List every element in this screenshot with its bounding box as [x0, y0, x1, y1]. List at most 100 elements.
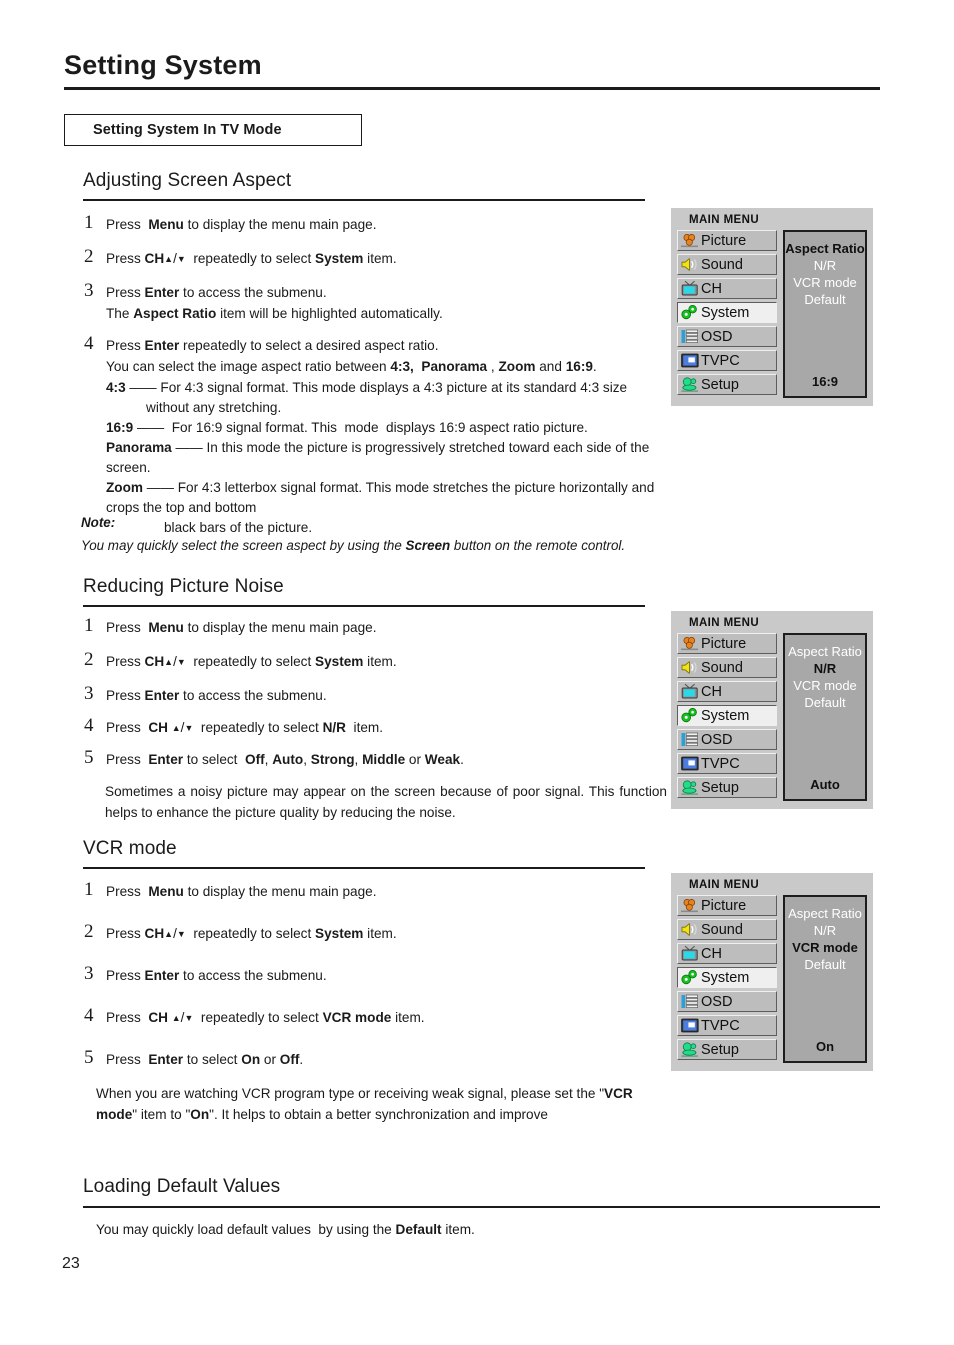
aspect-options-hint: You can select the image aspect ratio be…: [106, 359, 597, 374]
osd-menu-item-sound[interactable]: Sound: [677, 919, 777, 940]
system-icon: [680, 304, 700, 321]
step-text: Press Menu to display the menu main page…: [106, 620, 377, 635]
step-text: Press Enter to select Off, Auto, Strong,…: [106, 752, 464, 767]
osd-menu-item-label: TVPC: [701, 352, 740, 369]
system-icon: [680, 707, 700, 724]
heading-rule-defaults: [83, 1206, 880, 1208]
osd-icon: [680, 328, 700, 345]
paragraph-defaults: You may quickly load default values by u…: [96, 1222, 475, 1237]
tvpc-icon: [680, 1017, 700, 1034]
steps-noise: 1 Press Menu to display the menu main pag…: [84, 616, 664, 770]
heading-reducing-picture-noise: Reducing Picture Noise: [83, 576, 284, 597]
osd-menu-item-ch[interactable]: CH: [677, 943, 777, 964]
osd-menu-item-picture[interactable]: Picture: [677, 633, 777, 654]
osd-menu-item-osd[interactable]: OSD: [677, 326, 777, 347]
osd-submenu-option[interactable]: Aspect Ratio: [788, 643, 862, 660]
osd-menu-item-system[interactable]: System: [677, 967, 777, 988]
osd-submenu-panel: Aspect Ratio N/R VCR mode Default 16:9: [783, 230, 867, 398]
osd-menu-item-label: OSD: [701, 993, 733, 1010]
steps-vcr: 1 Press Menu to display the menu main pag…: [84, 880, 664, 1070]
osd-menu-item-tvpc[interactable]: TVPC: [677, 753, 777, 774]
osd-submenu-option[interactable]: Default: [804, 956, 845, 973]
step-item: 4 Press CH ▲/▼ repeatedly to select N/R i…: [84, 716, 664, 738]
tvpc-icon: [680, 352, 700, 369]
osd-menu-item-label: Setup: [701, 376, 739, 393]
osd-menu-item-label: CH: [701, 945, 722, 962]
osd-menu-item-tvpc[interactable]: TVPC: [677, 1015, 777, 1036]
osd-menu-list: Picture Sound CH System OSD TVPC Setup: [677, 895, 777, 1063]
osd-icon: [680, 993, 700, 1010]
step-number: 3: [84, 963, 94, 984]
osd-menu-item-system[interactable]: System: [677, 302, 777, 323]
step-item: 1 Press Menu to display the menu main pag…: [84, 213, 664, 235]
osd-menu-item-setup[interactable]: Setup: [677, 1039, 777, 1060]
osd-menu-item-label: TVPC: [701, 1017, 740, 1034]
osd-menu-item-ch[interactable]: CH: [677, 681, 777, 702]
step-item: 4 Press CH ▲/▼ repeatedly to select VCR m…: [84, 1006, 664, 1028]
osd-menu-item-osd[interactable]: OSD: [677, 729, 777, 750]
osd-menu-item-setup[interactable]: Setup: [677, 777, 777, 798]
step-number: 3: [84, 280, 94, 301]
step-number: 4: [84, 1005, 94, 1026]
osd-menu-item-sound[interactable]: Sound: [677, 657, 777, 678]
sound-icon: [680, 921, 700, 938]
picture-icon: [680, 232, 700, 249]
osd-menu-item-osd[interactable]: OSD: [677, 991, 777, 1012]
osd-submenu-option[interactable]: N/R: [814, 922, 836, 939]
osd-submenu-option[interactable]: Aspect Ratio: [788, 905, 862, 922]
osd-submenu-option[interactable]: VCR mode: [793, 677, 857, 694]
step-number: 1: [84, 212, 94, 233]
definition-zoom-cont: black bars of the picture.: [164, 520, 313, 535]
heading-adjusting-screen-aspect: Adjusting Screen Aspect: [83, 170, 292, 191]
step-text: Press Menu to display the menu main page…: [106, 217, 377, 232]
osd-menu-item-label: System: [701, 304, 750, 321]
steps-aspect: 1 Press Menu to display the menu main pag…: [84, 213, 664, 538]
step-item: 4 Press Enter repeatedly to select a desi…: [84, 334, 664, 356]
definition-169: 16:9 —— For 16:9 signal format. This mod…: [106, 420, 588, 435]
osd-submenu-option[interactable]: Default: [804, 291, 845, 308]
osd-submenu-option[interactable]: VCR mode: [792, 939, 858, 956]
step-text: Press CH▲/▼ repeatedly to select System …: [106, 654, 397, 669]
osd-menu-item-label: Setup: [701, 1041, 739, 1058]
setup-icon: [680, 779, 700, 796]
step-text: Press Enter repeatedly to select a desir…: [106, 338, 439, 353]
osd-menu-item-label: OSD: [701, 731, 733, 748]
osd-menu-item-sound[interactable]: Sound: [677, 254, 777, 275]
osd-menu-title: MAIN MENU: [689, 214, 760, 226]
step-item: 2 Press CH▲/▼ repeatedly to select System…: [84, 650, 664, 672]
osd-menu-item-label: Setup: [701, 779, 739, 796]
step-number: 5: [84, 1047, 94, 1068]
osd-menu-item-label: Picture: [701, 897, 747, 914]
mode-box-label: Setting System In TV Mode: [93, 122, 282, 138]
step-text: Press CH▲/▼ repeatedly to select System …: [106, 251, 397, 266]
step-text: Press Enter to access the submenu.: [106, 285, 327, 300]
osd-submenu-option[interactable]: Aspect Ratio: [785, 240, 864, 257]
heading-vcr-mode: VCR mode: [83, 838, 177, 859]
note-label: Note:: [81, 515, 116, 530]
osd-menu-item-system[interactable]: System: [677, 705, 777, 726]
osd-body: Picture Sound CH System OSD TVPC Setup Aspect R…: [671, 230, 873, 406]
osd-submenu-option[interactable]: N/R: [814, 660, 836, 677]
osd-submenu-option[interactable]: VCR mode: [793, 274, 857, 291]
step-text: Press Enter to access the submenu.: [106, 968, 327, 983]
definition-panorama: Panorama —— In this mode the picture is …: [106, 440, 650, 475]
osd-submenu-option[interactable]: N/R: [814, 257, 836, 274]
osd-submenu-option[interactable]: Default: [804, 694, 845, 711]
step-number: 5: [84, 747, 94, 768]
osd-menu-item-setup[interactable]: Setup: [677, 374, 777, 395]
heading-rule-aspect: [83, 199, 645, 201]
osd-menu-item-ch[interactable]: CH: [677, 278, 777, 299]
osd-menu-item-picture[interactable]: Picture: [677, 895, 777, 916]
page-title: Setting System: [64, 50, 262, 80]
step-item: 1 Press Menu to display the menu main pag…: [84, 880, 664, 902]
step-number: 4: [84, 715, 94, 736]
step-number: 1: [84, 615, 94, 636]
osd-menu-item-picture[interactable]: Picture: [677, 230, 777, 251]
paragraph-vcr: When you are watching VCR program type o…: [96, 1086, 633, 1122]
heading-rule-vcr: [83, 867, 645, 869]
osd-menu-item-tvpc[interactable]: TVPC: [677, 350, 777, 371]
title-divider: [64, 87, 880, 90]
step-text: Press CH▲/▼ repeatedly to select System …: [106, 926, 397, 941]
osd-menu-item-label: CH: [701, 683, 722, 700]
definition-zoom: Zoom —— For 4:3 letterbox signal format.…: [106, 480, 655, 515]
